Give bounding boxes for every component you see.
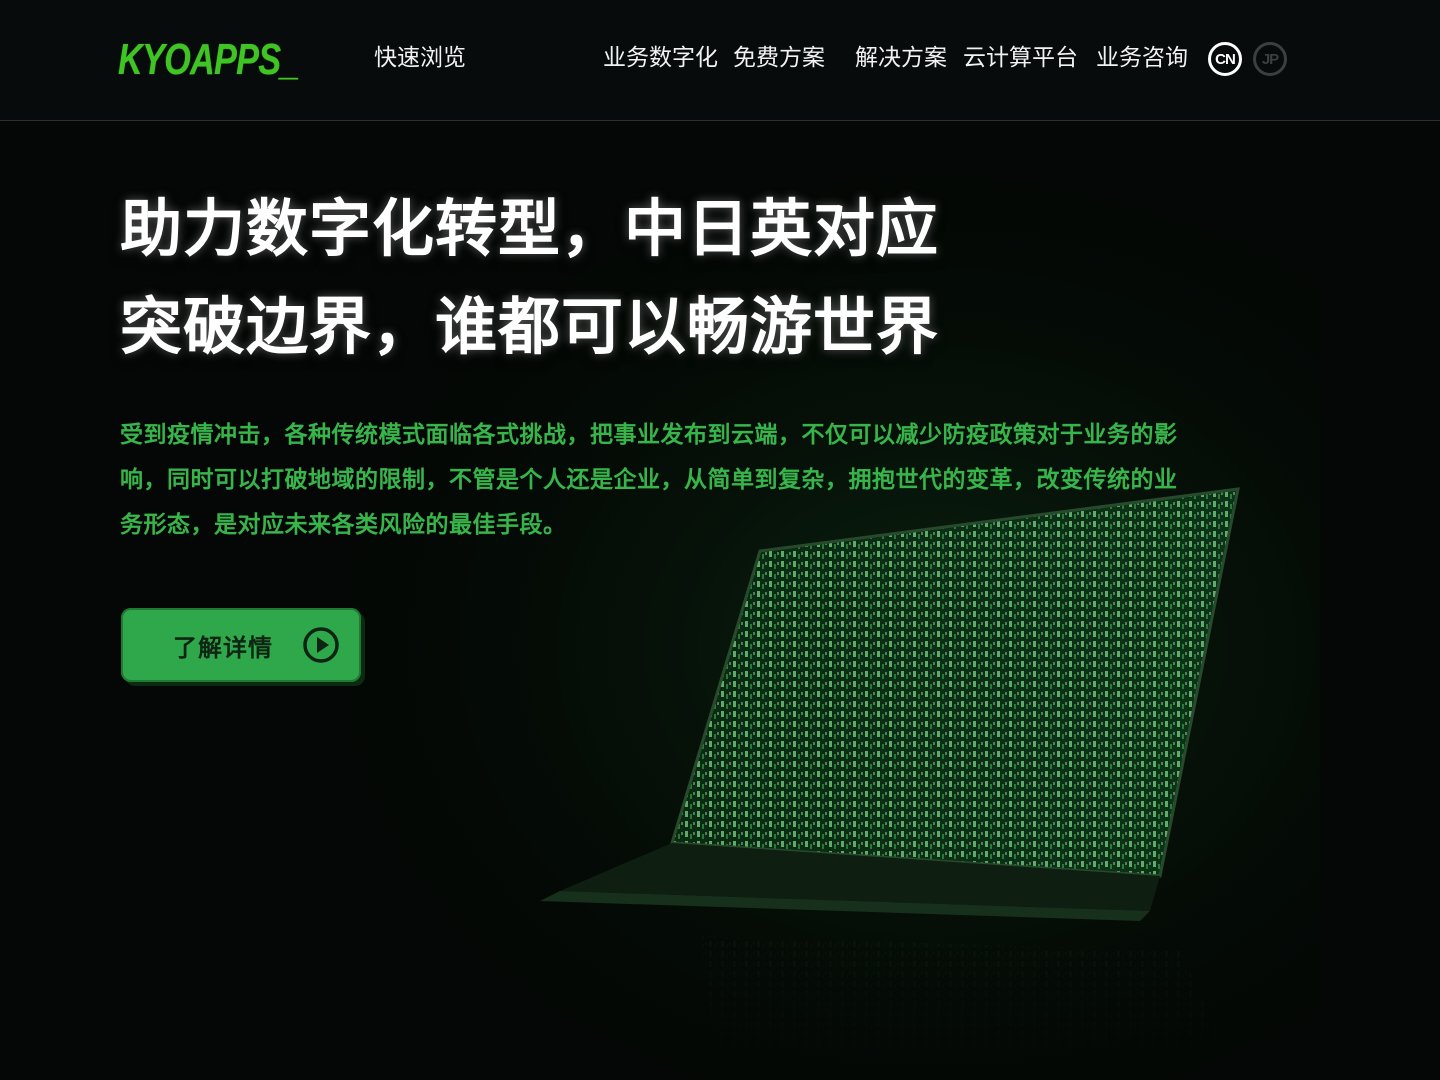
page: KYOAPPS_ 快速浏览 业务数字化 免费方案 解决方案 云计算平台 业务咨询… — [0, 0, 1440, 1080]
nav-item-business-digitization[interactable]: 业务数字化 — [603, 40, 718, 76]
nav-item-business-consulting[interactable]: 业务咨询 — [1096, 40, 1188, 76]
play-circle-icon — [303, 627, 339, 663]
language-jp-button[interactable]: JP — [1253, 42, 1287, 76]
learn-more-label: 了解详情 — [173, 633, 273, 662]
hero-headline-line-1: 助力数字化转型，中日英对应 — [120, 192, 940, 265]
nav-item-cloud-platform[interactable]: 云计算平台 — [963, 40, 1078, 76]
hero-description: 受到疫情冲击，各种传统模式面临各式挑战，把事业发布到云端，不仅可以减少防疫政策对… — [120, 422, 1178, 538]
nav-item-solutions[interactable]: 解决方案 — [855, 40, 947, 76]
language-cn-button[interactable]: CN — [1208, 42, 1242, 76]
hero-headline-line-2: 突破边界，谁都可以畅游世界 — [120, 290, 940, 363]
site-header: KYOAPPS_ 快速浏览 业务数字化 免费方案 解决方案 云计算平台 业务咨询… — [0, 0, 1440, 121]
nav-item-free-plan[interactable]: 免费方案 — [733, 40, 825, 76]
hero-headline: 助力数字化转型，中日英对应 突破边界，谁都可以畅游世界 — [120, 180, 1120, 376]
